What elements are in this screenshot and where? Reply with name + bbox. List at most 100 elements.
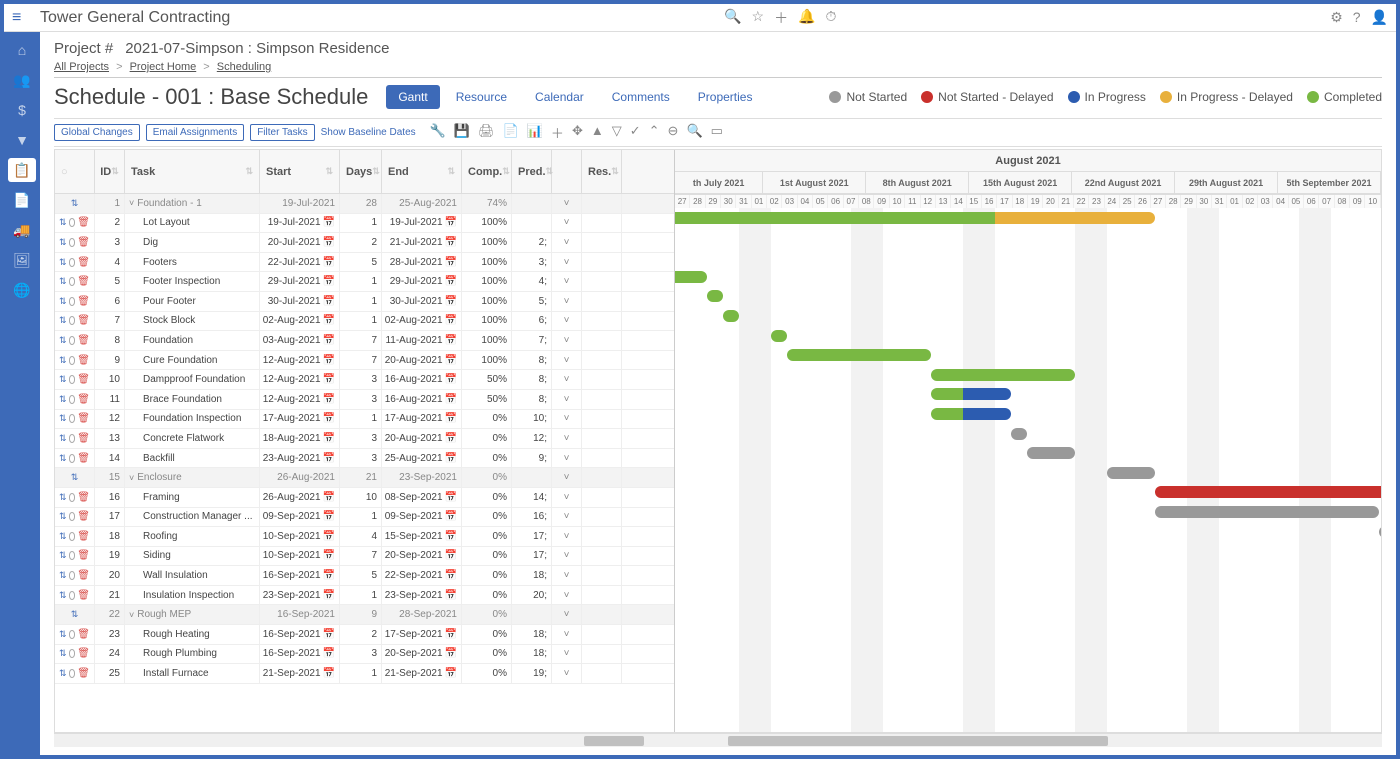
dropdown-icon[interactable]: ˅ (564, 276, 570, 287)
dropdown-icon[interactable]: ˅ (564, 315, 570, 326)
delete-icon[interactable]: 🗑 (77, 550, 90, 561)
col-res[interactable]: Res.⇅ (582, 150, 622, 193)
delete-icon[interactable]: 🗑 (77, 355, 90, 366)
cell-days[interactable]: 2 (340, 233, 382, 252)
calendar-icon[interactable]: 📅 (445, 648, 457, 659)
delete-icon[interactable]: 🗑 (77, 217, 90, 228)
cell-task[interactable]: Roofing (125, 527, 260, 546)
gantt-bar[interactable] (963, 388, 1011, 400)
wrench-icon[interactable]: 🔧 (430, 123, 446, 142)
cell-end[interactable]: 25-Aug-2021📅 (382, 449, 462, 468)
calendar-icon[interactable]: 📅 (445, 276, 457, 287)
cell-start[interactable]: 16-Sep-2021 (260, 605, 340, 624)
dropdown-icon[interactable]: ˅ (564, 413, 570, 424)
delete-icon[interactable]: 🗑 (77, 531, 90, 542)
cell-comp[interactable]: 74% (462, 194, 512, 213)
cell-end[interactable]: 20-Sep-2021📅 (382, 547, 462, 566)
gantt-bar[interactable] (1027, 447, 1075, 459)
calendar-icon[interactable]: 📅 (323, 335, 335, 346)
select-circle[interactable] (69, 532, 76, 541)
sidebar-home-icon[interactable]: ⌂ (8, 38, 36, 62)
calendar-icon[interactable]: 📅 (323, 531, 335, 542)
select-circle[interactable] (69, 669, 76, 678)
cell-pred[interactable]: 3; (512, 253, 552, 272)
cell-end[interactable]: 29-Jul-2021📅 (382, 272, 462, 291)
cell-end[interactable]: 17-Sep-2021📅 (382, 625, 462, 644)
reorder-icon[interactable]: ⇅ (71, 198, 79, 209)
calendar-icon[interactable]: 📅 (323, 296, 335, 307)
show-baseline-link[interactable]: Show Baseline Dates (321, 127, 416, 138)
calendar-icon[interactable]: 📅 (445, 257, 457, 268)
cell-res[interactable] (582, 272, 622, 291)
reorder-icon[interactable]: ⇅ (59, 374, 67, 385)
table-row[interactable]: ⇅🗑10Dampproof Foundation12-Aug-2021📅316-… (55, 370, 674, 390)
select-circle[interactable] (69, 649, 76, 658)
cell-task[interactable]: Construction Manager ... (125, 508, 260, 527)
table-row[interactable]: ⇅🗑19Siding10-Sep-2021📅720-Sep-2021📅0%17;… (55, 547, 674, 567)
dropdown-icon[interactable]: ˅ (564, 492, 570, 503)
collapse-icon[interactable]: ⌃ (649, 123, 660, 142)
dropdown-icon[interactable]: ˅ (564, 570, 570, 581)
cell-res[interactable] (582, 566, 622, 585)
cell-comp[interactable]: 100% (462, 214, 512, 233)
cell-res[interactable] (582, 547, 622, 566)
plus-icon[interactable]: ＋ (551, 123, 564, 142)
cell-comp[interactable]: 0% (462, 625, 512, 644)
gantt-bar[interactable] (931, 408, 963, 420)
cell-comp[interactable]: 0% (462, 449, 512, 468)
calendar-icon[interactable]: 📅 (445, 355, 457, 366)
calendar-icon[interactable]: 📅 (445, 590, 457, 601)
cell-start[interactable]: 16-Sep-2021📅 (260, 625, 340, 644)
delete-icon[interactable]: 🗑 (77, 433, 90, 444)
cell-end[interactable]: 11-Aug-2021📅 (382, 331, 462, 350)
cell-end[interactable]: 20-Aug-2021📅 (382, 351, 462, 370)
cell-days[interactable]: 4 (340, 527, 382, 546)
cell-days[interactable]: 5 (340, 566, 382, 585)
cell-comp[interactable]: 0% (462, 566, 512, 585)
col-end[interactable]: End⇅ (382, 150, 462, 193)
cell-comp[interactable]: 100% (462, 351, 512, 370)
table-row[interactable]: ⇅🗑9Cure Foundation12-Aug-2021📅720-Aug-20… (55, 351, 674, 371)
table-row[interactable]: ⇅🗑21Insulation Inspection23-Sep-2021📅123… (55, 586, 674, 606)
reorder-icon[interactable]: ⇅ (71, 472, 79, 483)
table-row[interactable]: ⇅1˅Foundation - 119-Jul-20212825-Aug-202… (55, 194, 674, 214)
reorder-icon[interactable]: ⇅ (59, 550, 67, 561)
select-circle[interactable] (69, 238, 76, 247)
reorder-icon[interactable]: ⇅ (59, 590, 67, 601)
chevron-down-icon[interactable]: ˅ (129, 610, 134, 620)
sidebar-people-icon[interactable]: 👥 (8, 68, 36, 92)
cell-pred[interactable]: 14; (512, 488, 552, 507)
cell-pred[interactable]: 19; (512, 664, 552, 683)
gear-icon[interactable]: ⚙ (1330, 9, 1343, 26)
cell-res[interactable] (582, 214, 622, 233)
cell-days[interactable]: 1 (340, 292, 382, 311)
table-row[interactable]: ⇅15˅Enclosure26-Aug-20212123-Sep-20210%˅ (55, 468, 674, 488)
cell-days[interactable]: 3 (340, 645, 382, 664)
sidebar-doc-icon[interactable]: 📄 (8, 188, 36, 212)
reorder-icon[interactable]: ⇅ (59, 315, 67, 326)
cell-days[interactable]: 7 (340, 331, 382, 350)
gantt-bar[interactable] (995, 212, 1155, 224)
select-circle[interactable] (69, 395, 76, 404)
calendar-icon[interactable]: 📅 (323, 276, 335, 287)
dropdown-icon[interactable]: ˅ (564, 531, 570, 542)
cell-days[interactable]: 1 (340, 410, 382, 429)
cell-pred[interactable] (512, 194, 552, 213)
cell-pred[interactable]: 2; (512, 233, 552, 252)
calendar-icon[interactable]: 📅 (445, 550, 457, 561)
table-row[interactable]: ⇅🗑17Construction Manager ...09-Sep-2021📅… (55, 508, 674, 528)
print-icon[interactable]: 🖨 (478, 123, 495, 142)
select-circle[interactable] (69, 414, 76, 423)
search-icon[interactable]: 🔍 (724, 8, 741, 28)
table-row[interactable]: ⇅🗑4Footers22-Jul-2021📅528-Jul-2021📅100%3… (55, 253, 674, 273)
cell-days[interactable]: 3 (340, 390, 382, 409)
cell-res[interactable] (582, 586, 622, 605)
zoomin-icon[interactable]: 🔍 (686, 123, 702, 142)
dropdown-icon[interactable]: ˅ (564, 648, 570, 659)
reorder-icon[interactable]: ⇅ (59, 531, 67, 542)
select-circle[interactable] (69, 297, 76, 306)
dropdown-icon[interactable]: ˅ (564, 296, 570, 307)
cell-comp[interactable]: 0% (462, 410, 512, 429)
cell-res[interactable] (582, 292, 622, 311)
cell-days[interactable]: 1 (340, 586, 382, 605)
